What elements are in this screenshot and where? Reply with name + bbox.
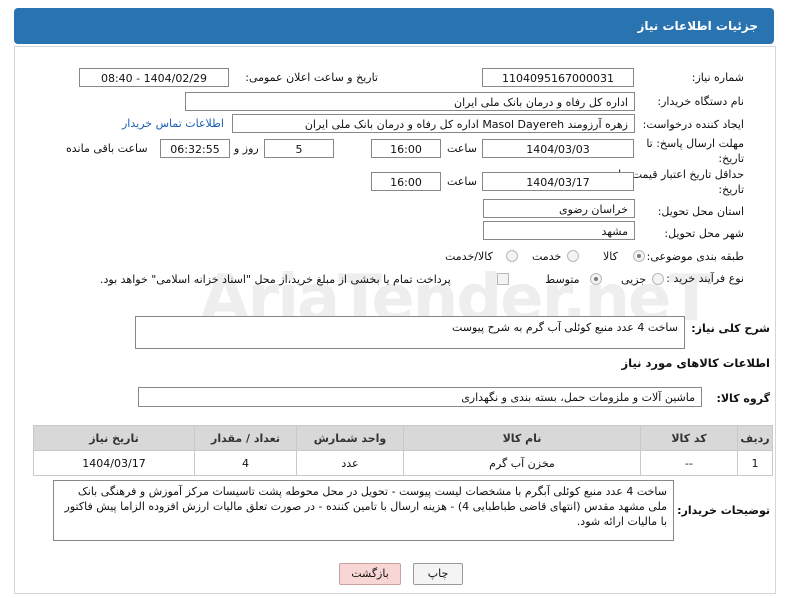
goods-group-label: گروه کالا: — [716, 392, 770, 405]
reply-time-field: 16:00 — [371, 139, 441, 158]
print-button[interactable]: چاپ — [413, 563, 463, 585]
category-radio-goods[interactable] — [633, 250, 645, 262]
category-radio-service[interactable] — [567, 250, 579, 262]
need-number-field: 1104095167000031 — [482, 68, 634, 87]
buyer-org-label: نام دستگاه خریدار: — [657, 95, 744, 108]
need-number-label: شماره نیاز: — [691, 71, 744, 84]
reply-time-label: ساعت — [447, 142, 477, 155]
price-time-field: 16:00 — [371, 172, 441, 191]
treasury-payment-checkbox[interactable] — [497, 273, 509, 285]
process-label: نوع فرآیند خرید : — [666, 272, 744, 285]
reply-date-field: 1404/03/03 — [482, 139, 634, 158]
buyer-org-field: اداره کل رفاه و درمان بانک ملی ایران — [185, 92, 635, 111]
process-option-minor: جزیی — [621, 273, 647, 286]
price-time-label: ساعت — [447, 175, 477, 188]
category-option-goods: کالا — [603, 250, 618, 263]
process-option-medium: متوسط — [545, 273, 580, 286]
page-header: جزئیات اطلاعات نیاز — [14, 8, 774, 44]
goods-table-header: ردیف کد کالا نام کالا واحد شمارش تعداد /… — [33, 425, 773, 451]
days-label: روز و — [234, 142, 259, 155]
cell-qty: 4 — [194, 450, 297, 476]
process-radio-minor[interactable] — [652, 273, 664, 285]
cell-name: مخزن آب گرم — [403, 450, 641, 476]
price-date-field: 1404/03/17 — [482, 172, 634, 191]
category-option-goods-service: کالا/خدمت — [445, 250, 493, 263]
col-name: نام کالا — [403, 425, 641, 451]
table-row: 1 -- مخزن آب گرم عدد 4 1404/03/17 — [33, 450, 773, 476]
days-field: 5 — [264, 139, 334, 158]
col-date: تاریخ نیاز — [33, 425, 195, 451]
buyer-contact-link[interactable]: اطلاعات تماس خریدار — [122, 117, 224, 130]
col-row: ردیف — [737, 425, 773, 451]
cell-unit: عدد — [296, 450, 404, 476]
category-label: طبقه بندی موضوعی: — [646, 250, 744, 263]
col-qty: تعداد / مقدار — [194, 425, 297, 451]
reply-deadline-label: مهلت ارسال پاسخ: تا تاریخ: — [646, 137, 744, 165]
province-label: استان محل تحویل: — [657, 205, 744, 218]
requester-label: ایجاد کننده درخواست: — [642, 118, 744, 131]
process-radio-medium[interactable] — [590, 273, 602, 285]
summary-label: شرح کلی نیاز: — [691, 322, 770, 335]
cell-row: 1 — [737, 450, 773, 476]
col-unit: واحد شمارش — [296, 425, 404, 451]
page-title: جزئیات اطلاعات نیاز — [637, 19, 758, 33]
remaining-time-label: ساعت باقی مانده — [66, 142, 148, 155]
city-label: شهر محل تحویل: — [664, 227, 744, 240]
announce-label: تاریخ و ساعت اعلان عمومی: — [245, 71, 378, 84]
goods-group-field: ماشین آلات و ملزومات حمل، بسته بندی و نگ… — [138, 387, 702, 407]
province-field: خراسان رضوی — [483, 199, 635, 218]
treasury-payment-note: پرداخت تمام یا بخشی از مبلغ خرید،از محل … — [100, 273, 451, 286]
summary-textarea[interactable]: ساخت 4 عدد منبع کوئلی آب گرم به شرح پیوس… — [135, 316, 685, 349]
announce-field: 1404/02/29 - 08:40 — [79, 68, 229, 87]
cell-code: -- — [640, 450, 738, 476]
requester-field: زهره آرزومند Masol Dayereh اداره کل رفاه… — [232, 114, 635, 133]
remaining-time-field: 06:32:55 — [160, 139, 230, 158]
city-field: مشهد — [483, 221, 635, 240]
buyer-notes-label: توضیحات خریدار: — [677, 504, 770, 517]
back-button[interactable]: بازگشت — [339, 563, 401, 585]
category-option-service: خدمت — [532, 250, 562, 263]
col-code: کد کالا — [640, 425, 738, 451]
buyer-notes-textarea[interactable]: ساخت 4 عدد منبع کوئلی آبگرم با مشخصات لی… — [53, 480, 674, 541]
goods-table: ردیف کد کالا نام کالا واحد شمارش تعداد /… — [33, 425, 773, 476]
goods-section-title: اطلاعات کالاهای مورد نیاز — [621, 356, 770, 370]
cell-date: 1404/03/17 — [33, 450, 195, 476]
category-radio-goods-service[interactable] — [506, 250, 518, 262]
